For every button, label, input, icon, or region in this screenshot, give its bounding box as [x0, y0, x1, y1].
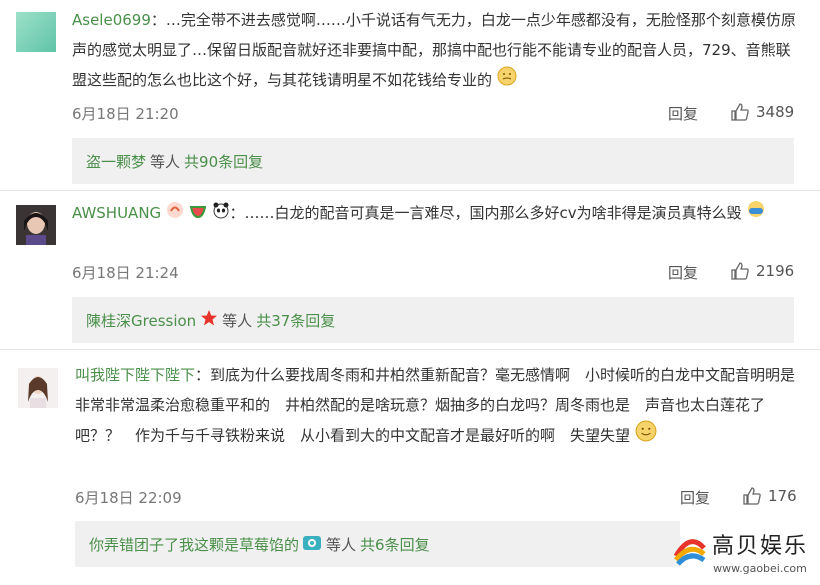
badge-icon — [166, 199, 184, 229]
facepalm-emoji-icon — [746, 199, 766, 229]
comment-divider — [0, 349, 820, 350]
avatar[interactable] — [18, 368, 58, 408]
comment-username[interactable]: Asele0699 — [72, 11, 151, 29]
summary-mid: 等人 — [326, 535, 357, 554]
comment-time: 6月18日 21:20 — [72, 105, 179, 123]
comment-time: 6月18日 21:24 — [72, 264, 179, 282]
star-badge-icon — [200, 309, 218, 331]
comment-text: 叫我陛下陛下陛下：到底为什么要找周冬雨和井柏然重新配音？毫无感情啊 小时候听的白… — [75, 360, 797, 452]
watermark: 高贝娱乐 www.gaobei.com — [672, 528, 808, 575]
watermark-logo-icon — [673, 538, 706, 566]
like-button[interactable]: 3489 — [730, 102, 794, 122]
comment-body: ：……白龙的配音可真是一言难尽，国内那么多好cv为啥非得是演员真特么毁 — [229, 204, 742, 222]
thumbs-up-icon — [743, 487, 761, 505]
watermelon-icon — [189, 199, 207, 229]
summary-user[interactable]: 陳桂深Gression — [86, 310, 196, 331]
comment-username[interactable]: AWSHUANG — [72, 204, 161, 222]
summary-count[interactable]: 共90条回复 — [184, 151, 263, 172]
reply-summary[interactable]: 陳桂深Gression 等人 共37条回复 — [72, 297, 794, 343]
comment-text: Asele0699：…完全带不进去感觉啊……小千说话有气无力，白龙一点少年感都没… — [72, 5, 802, 96]
summary-mid: 等人 — [222, 311, 253, 330]
like-count: 2196 — [756, 262, 795, 280]
reply-button[interactable]: 回复 — [668, 262, 698, 283]
panda-icon — [212, 199, 230, 229]
reply-button[interactable]: 回复 — [668, 103, 698, 124]
like-button[interactable]: 176 — [742, 486, 797, 506]
comment-text: AWSHUANG ：……白龙的配音可真是一言难尽，国内那么多好cv为啥非得是演员… — [72, 198, 792, 229]
smile-emoji-icon — [635, 420, 657, 452]
summary-user[interactable]: 你弄错团子了我这颗是草莓馅的 — [89, 534, 299, 555]
comment-time: 6月18日 22:09 — [75, 489, 182, 507]
thumbs-up-icon — [731, 103, 749, 121]
reply-summary[interactable]: 盗一颗梦 等人 共90条回复 — [72, 138, 794, 184]
camera-icon — [302, 533, 322, 555]
like-count: 3489 — [756, 103, 795, 121]
summary-count[interactable]: 共6条回复 — [360, 534, 430, 555]
reply-summary[interactable]: 你弄错团子了我这颗是草莓馅的 等人 共6条回复 — [75, 521, 680, 567]
comment-username[interactable]: 叫我陛下陛下陛下 — [75, 366, 195, 384]
comment-divider — [0, 190, 820, 191]
summary-mid: 等人 — [150, 152, 181, 171]
avatar[interactable] — [16, 205, 56, 245]
thumbs-up-icon — [731, 262, 749, 280]
summary-count[interactable]: 共37条回复 — [256, 310, 335, 331]
comment-body: ：…完全带不进去感觉啊……小千说话有气无力，白龙一点少年感都没有，无脸怪那个刻意… — [72, 11, 796, 89]
smile-emoji-icon — [497, 66, 517, 96]
summary-user[interactable]: 盗一颗梦 — [86, 151, 146, 172]
watermark-brand: 高贝娱乐 — [711, 534, 808, 559]
like-button[interactable]: 2196 — [730, 261, 794, 281]
like-count: 176 — [768, 487, 797, 505]
watermark-url: www.gaobei.com — [713, 562, 807, 575]
reply-button[interactable]: 回复 — [680, 487, 710, 508]
avatar[interactable] — [16, 12, 56, 52]
